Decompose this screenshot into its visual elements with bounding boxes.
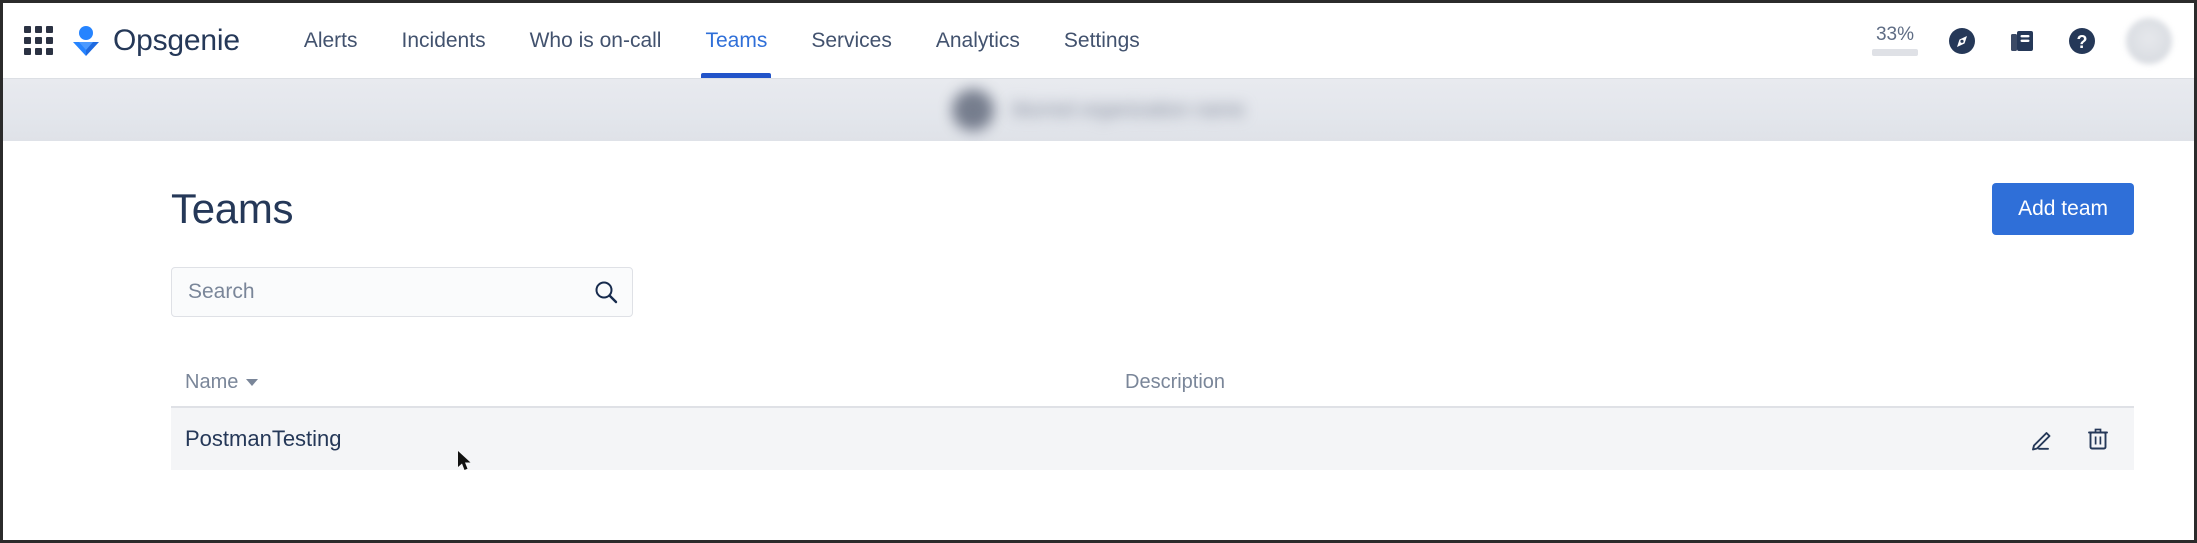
search-field-wrapper (171, 267, 633, 317)
book-docs-icon[interactable] (2006, 25, 2038, 57)
nav-item-who-is-on-call[interactable]: Who is on-call (508, 3, 684, 78)
nav-item-incidents[interactable]: Incidents (380, 3, 508, 78)
column-header-description-label: Description (1125, 371, 1226, 393)
team-name-cell: PostmanTesting (185, 426, 342, 451)
sort-desc-caret-icon (246, 379, 259, 386)
usage-progress[interactable]: 33% (1872, 25, 1918, 56)
teams-table: Name Description PostmanTesting (171, 371, 2134, 470)
search-icon[interactable] (593, 279, 619, 305)
page-title: Teams (171, 185, 294, 232)
trash-delete-icon[interactable] (2084, 425, 2112, 453)
column-header-name[interactable]: Name (185, 371, 1125, 394)
nav-right-cluster: 33% ? (1872, 17, 2194, 64)
org-banner-text: blurred organization name (1012, 98, 1245, 121)
usage-progress-track (1872, 49, 1918, 56)
page-header: Teams Add team (171, 141, 2134, 235)
top-navigation-bar: Opsgenie Alerts Incidents Who is on-call… (3, 3, 2194, 78)
pencil-edit-icon[interactable] (2028, 425, 2056, 453)
nav-item-analytics[interactable]: Analytics (914, 3, 1042, 78)
user-avatar[interactable] (2126, 17, 2172, 64)
opsgenie-logo-icon (71, 25, 101, 57)
table-header-row: Name Description (171, 371, 2134, 408)
primary-nav: Alerts Incidents Who is on-call Teams Se… (282, 3, 1872, 78)
brand-home-link[interactable]: Opsgenie (71, 24, 240, 58)
compass-icon[interactable] (1946, 25, 1978, 57)
nav-item-alerts[interactable]: Alerts (282, 3, 380, 78)
opsgenie-teams-screen: Opsgenie Alerts Incidents Who is on-call… (0, 0, 2197, 543)
usage-percent-label: 33% (1875, 24, 1915, 45)
nav-item-settings[interactable]: Settings (1042, 3, 1162, 78)
svg-text:?: ? (2077, 32, 2088, 52)
org-avatar (952, 89, 995, 131)
nav-item-services[interactable]: Services (789, 3, 914, 78)
add-team-button[interactable]: Add team (1992, 183, 2134, 235)
column-header-description[interactable]: Description (1125, 371, 2120, 394)
column-header-name-label: Name (185, 371, 239, 393)
help-question-icon[interactable]: ? (2066, 25, 2098, 57)
grid-apps-icon[interactable] (21, 24, 55, 58)
organization-banner: blurred organization name (3, 78, 2194, 141)
page-content: Teams Add team Name Description (3, 141, 2194, 470)
brand-name: Opsgenie (113, 23, 240, 57)
nav-item-teams[interactable]: Teams (683, 3, 789, 78)
search-input[interactable] (171, 267, 633, 317)
table-row[interactable]: PostmanTesting (171, 408, 2134, 470)
row-actions (2028, 425, 2120, 453)
